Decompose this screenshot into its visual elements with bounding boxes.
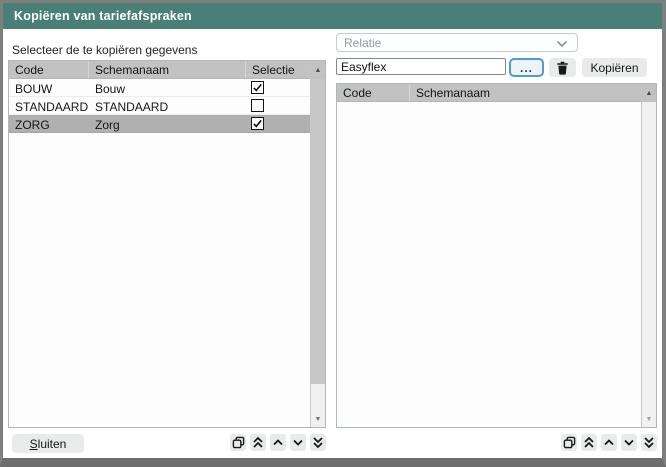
source-nav-buttons: [230, 434, 326, 451]
chevron-double-down-icon: [312, 436, 324, 449]
scroll-down-icon[interactable]: ▼: [311, 413, 325, 426]
column-header-code[interactable]: Code: [9, 61, 89, 78]
selectie-checkbox[interactable]: [251, 99, 264, 112]
cell-code: BOUW: [9, 80, 89, 96]
target-table: Code Schemanaam ▲ ▼: [336, 83, 657, 428]
cell-code: ZORG: [9, 116, 89, 132]
scroll-down-button[interactable]: [290, 434, 306, 451]
source-table-header: Code Schemanaam Selectie: [9, 61, 325, 79]
table-row[interactable]: ZORG Zorg: [9, 115, 325, 133]
selectie-checkbox[interactable]: [251, 117, 264, 130]
copy-pages-icon: [232, 436, 245, 449]
scroll-top-button[interactable]: [250, 434, 266, 451]
dialog-title: Kopiëren van tariefafspraken: [14, 9, 192, 23]
chevron-down-icon: [292, 436, 304, 449]
checkmark-icon: [252, 82, 263, 93]
cell-schemanaam: Bouw: [89, 80, 246, 96]
chevron-up-icon: [272, 436, 284, 449]
left-panel-label: Selecteer de te kopiëren gegevens: [12, 43, 197, 57]
source-table-scrollbar[interactable]: ▲ ▼: [310, 61, 325, 427]
cell-schemanaam: STANDAARD: [89, 98, 246, 114]
scroll-down-button[interactable]: [621, 434, 637, 451]
chevron-double-up-icon: [252, 436, 264, 449]
chevron-double-up-icon: [583, 436, 595, 449]
close-button[interactable]: Sluiten: [12, 434, 84, 453]
column-header-schemanaam[interactable]: Schemanaam: [89, 61, 246, 78]
scrollbar-thumb[interactable]: [311, 79, 325, 384]
target-table-scrollbar[interactable]: ▲ ▼: [641, 84, 656, 427]
scroll-bottom-button[interactable]: [641, 434, 657, 451]
table-row[interactable]: STANDAARD STANDAARD: [9, 97, 325, 115]
scroll-top-button[interactable]: [581, 434, 597, 451]
dialog-titlebar: Kopiëren van tariefafspraken: [3, 3, 662, 29]
scroll-down-icon[interactable]: ▼: [642, 413, 656, 426]
cell-code: STANDAARD: [9, 98, 89, 114]
trash-icon: [556, 61, 569, 75]
scroll-up-button[interactable]: [601, 434, 617, 451]
target-table-header: Code Schemanaam: [337, 84, 656, 102]
scroll-up-icon[interactable]: ▲: [311, 61, 325, 79]
dialog-window: Kopiëren van tariefafspraken Selecteer d…: [0, 0, 666, 467]
delete-button[interactable]: [549, 58, 576, 77]
scroll-bottom-button[interactable]: [310, 434, 326, 451]
browse-button[interactable]: ...: [509, 58, 544, 77]
relatie-dropdown-value: Relatie: [344, 36, 381, 50]
chevron-up-icon: [603, 436, 615, 449]
chevron-double-down-icon: [643, 436, 655, 449]
relatie-search-input[interactable]: [336, 58, 506, 75]
copy-button[interactable]: Kopiëren: [582, 58, 647, 77]
column-header-schemanaam[interactable]: Schemanaam: [410, 84, 642, 101]
column-header-selectie[interactable]: Selectie: [246, 61, 312, 78]
table-row[interactable]: BOUW Bouw: [9, 79, 325, 97]
ellipsis-icon: ...: [520, 61, 533, 75]
copy-pages-icon: [563, 436, 576, 449]
cell-schemanaam: Zorg: [89, 116, 246, 132]
scroll-up-button[interactable]: [270, 434, 286, 451]
chevron-down-icon: [623, 436, 635, 449]
chevron-down-icon: [556, 40, 568, 48]
checkmark-icon: [252, 118, 263, 129]
target-nav-buttons: [561, 434, 657, 451]
scroll-up-icon[interactable]: ▲: [642, 84, 656, 102]
column-header-code[interactable]: Code: [337, 84, 410, 101]
duplicate-button[interactable]: [561, 434, 577, 451]
source-table: Code Schemanaam Selectie BOUW Bouw STAND…: [8, 60, 326, 428]
relatie-dropdown[interactable]: Relatie: [336, 33, 578, 52]
selectie-checkbox[interactable]: [251, 81, 264, 94]
duplicate-button[interactable]: [230, 434, 246, 451]
